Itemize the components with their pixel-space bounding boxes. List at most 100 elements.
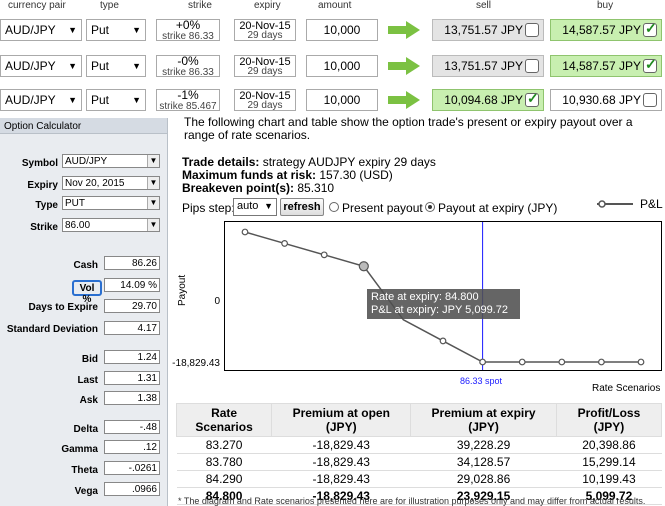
std-dev-label: Standard Deviation	[6, 324, 98, 335]
buy-price-value: 10,930.68 JPY	[562, 93, 641, 107]
symbol-select[interactable]: AUD/JPY ▼	[62, 154, 160, 168]
strike-percent: -1%	[177, 88, 199, 102]
strike-field[interactable]: -1% strike 85.467	[156, 88, 220, 112]
bid-label: Bid	[81, 354, 98, 365]
buy-price[interactable]: 10,930.68 JPY	[550, 89, 662, 111]
last-label: Last	[77, 375, 98, 386]
data-point[interactable]	[281, 240, 288, 247]
data-point[interactable]	[558, 358, 566, 366]
present-payout-radio[interactable]	[329, 202, 339, 212]
last-input[interactable]: 1.31	[104, 371, 160, 385]
header-type: type	[100, 0, 119, 11]
arrow-right-icon	[388, 91, 420, 109]
delta-input[interactable]: -.48	[104, 420, 160, 434]
strike-label: Strike	[30, 222, 58, 233]
header-amount: amount	[318, 0, 352, 11]
data-point[interactable]	[320, 251, 328, 259]
expiry-field[interactable]: 20-Nov-15 29 days	[234, 19, 296, 41]
type-select[interactable]: Put ▼	[86, 19, 146, 41]
chevron-down-icon: ▼	[147, 155, 159, 167]
sell-checkbox[interactable]	[525, 90, 539, 107]
buy-price[interactable]: 14,587.57 JPY	[550, 19, 662, 41]
pair-select[interactable]: AUD/JPY ▼	[0, 19, 82, 41]
pair-select[interactable]: AUD/JPY ▼	[0, 89, 82, 111]
pips-step-select[interactable]: auto ▼	[233, 198, 277, 216]
data-point[interactable]	[241, 228, 249, 236]
pips-step-value: auto	[237, 200, 259, 212]
table-row: 83.780 -18,829.43 34,128.57 15,299.14	[176, 453, 662, 471]
refresh-button[interactable]: refresh	[280, 198, 324, 216]
legend-label: P&L	[640, 197, 663, 211]
data-point[interactable]	[479, 358, 487, 366]
sell-price[interactable]: 13,751.57 JPY	[432, 55, 544, 77]
type-select[interactable]: PUT ▼	[62, 196, 160, 210]
gamma-input[interactable]: .12	[104, 440, 160, 454]
strike-percent: -0%	[177, 54, 199, 68]
expiry-field[interactable]: 20-Nov-15 29 days	[234, 55, 296, 77]
strike-field[interactable]: +0% strike 86.33	[156, 19, 220, 42]
days-to-expire-input[interactable]: 29.70	[104, 299, 160, 313]
buy-checkbox[interactable]	[643, 93, 657, 107]
ask-input[interactable]: 1.38	[104, 391, 160, 405]
cash-input[interactable]: 86.26	[104, 256, 160, 270]
header-sell: sell	[476, 0, 492, 11]
table-cell: -18,829.43	[271, 470, 411, 488]
amount-input[interactable]: 10,000	[306, 89, 378, 111]
cash-label: Cash	[73, 260, 98, 271]
buy-checkbox[interactable]	[643, 20, 657, 37]
table-cell: 34,128.57	[410, 453, 557, 471]
sell-price[interactable]: 10,094.68 JPY	[432, 89, 544, 111]
expiry-label: Expiry	[27, 180, 58, 191]
table-header: Rate Scenarios	[175, 403, 273, 437]
data-point[interactable]	[518, 358, 526, 366]
strike-field[interactable]: -0% strike 86.33	[156, 54, 220, 78]
data-point[interactable]	[637, 358, 645, 366]
sell-price-value: 10,094.68 JPY	[444, 93, 523, 107]
data-point[interactable]	[598, 358, 605, 366]
expiry-value: Nov 20, 2015	[65, 178, 125, 189]
chevron-down-icon: ▼	[147, 177, 159, 189]
trade-row: AUD/JPY ▼ Put ▼ -0% strike 86.33 20-Nov-15 2…	[0, 53, 665, 79]
strike-value: 86.00	[65, 220, 91, 231]
sell-price[interactable]: 13,751.57 JPY	[432, 19, 544, 41]
expiry-days: 29 days	[247, 100, 283, 111]
buy-checkbox[interactable]	[643, 56, 657, 73]
expiry-select[interactable]: Nov 20, 2015 ▼	[62, 176, 160, 190]
data-point[interactable]	[358, 261, 369, 272]
std-dev-input[interactable]: 4.17	[104, 321, 160, 335]
table-cell: 84.290	[176, 470, 272, 488]
table-header-row: Rate Scenarios Premium at open (JPY) Pre…	[175, 403, 663, 437]
data-point[interactable]	[439, 337, 447, 345]
sell-checkbox[interactable]	[525, 23, 539, 37]
type-value: Put	[91, 59, 110, 73]
type-select[interactable]: Put ▼	[86, 89, 146, 111]
expiry-field[interactable]: 20-Nov-15 29 days	[234, 89, 296, 111]
pair-value: AUD/JPY	[5, 23, 56, 37]
table-cell: 10,199.43	[556, 470, 662, 488]
table-cell: 83.780	[176, 453, 272, 471]
vega-input[interactable]: .0966	[104, 482, 160, 496]
header-strike: strike	[188, 0, 212, 11]
days-to-expire-label: Days to Expire	[28, 302, 98, 313]
buy-price[interactable]: 14,587.57 JPY	[550, 55, 662, 77]
sell-checkbox[interactable]	[525, 59, 539, 73]
strike-value: strike 85.467	[159, 101, 217, 112]
intro-text: The following chart and table show the o…	[184, 115, 633, 142]
amount-input[interactable]: 10,000	[306, 55, 378, 77]
arrow-right-icon	[388, 21, 420, 39]
vol-input[interactable]: 14.09 %	[104, 278, 160, 292]
chevron-down-icon: ▼	[132, 95, 141, 105]
table-cell: 29,028.86	[410, 470, 557, 488]
breakeven-label: Breakeven point(s):	[182, 181, 295, 195]
bid-input[interactable]: 1.24	[104, 350, 160, 364]
chevron-down-icon: ▼	[132, 61, 141, 71]
theta-input[interactable]: -.0261	[104, 461, 160, 475]
strike-select[interactable]: 86.00 ▼	[62, 218, 160, 232]
pair-select[interactable]: AUD/JPY ▼	[0, 55, 82, 77]
amount-input[interactable]: 10,000	[306, 19, 378, 41]
strike-value: strike 86.33	[162, 67, 214, 78]
type-select[interactable]: Put ▼	[86, 55, 146, 77]
expiry-payout-radio[interactable]	[425, 202, 435, 212]
table-row: 83.270 -18,829.43 39,228.29 20,398.86	[176, 436, 662, 454]
type-value: PUT	[65, 198, 85, 209]
